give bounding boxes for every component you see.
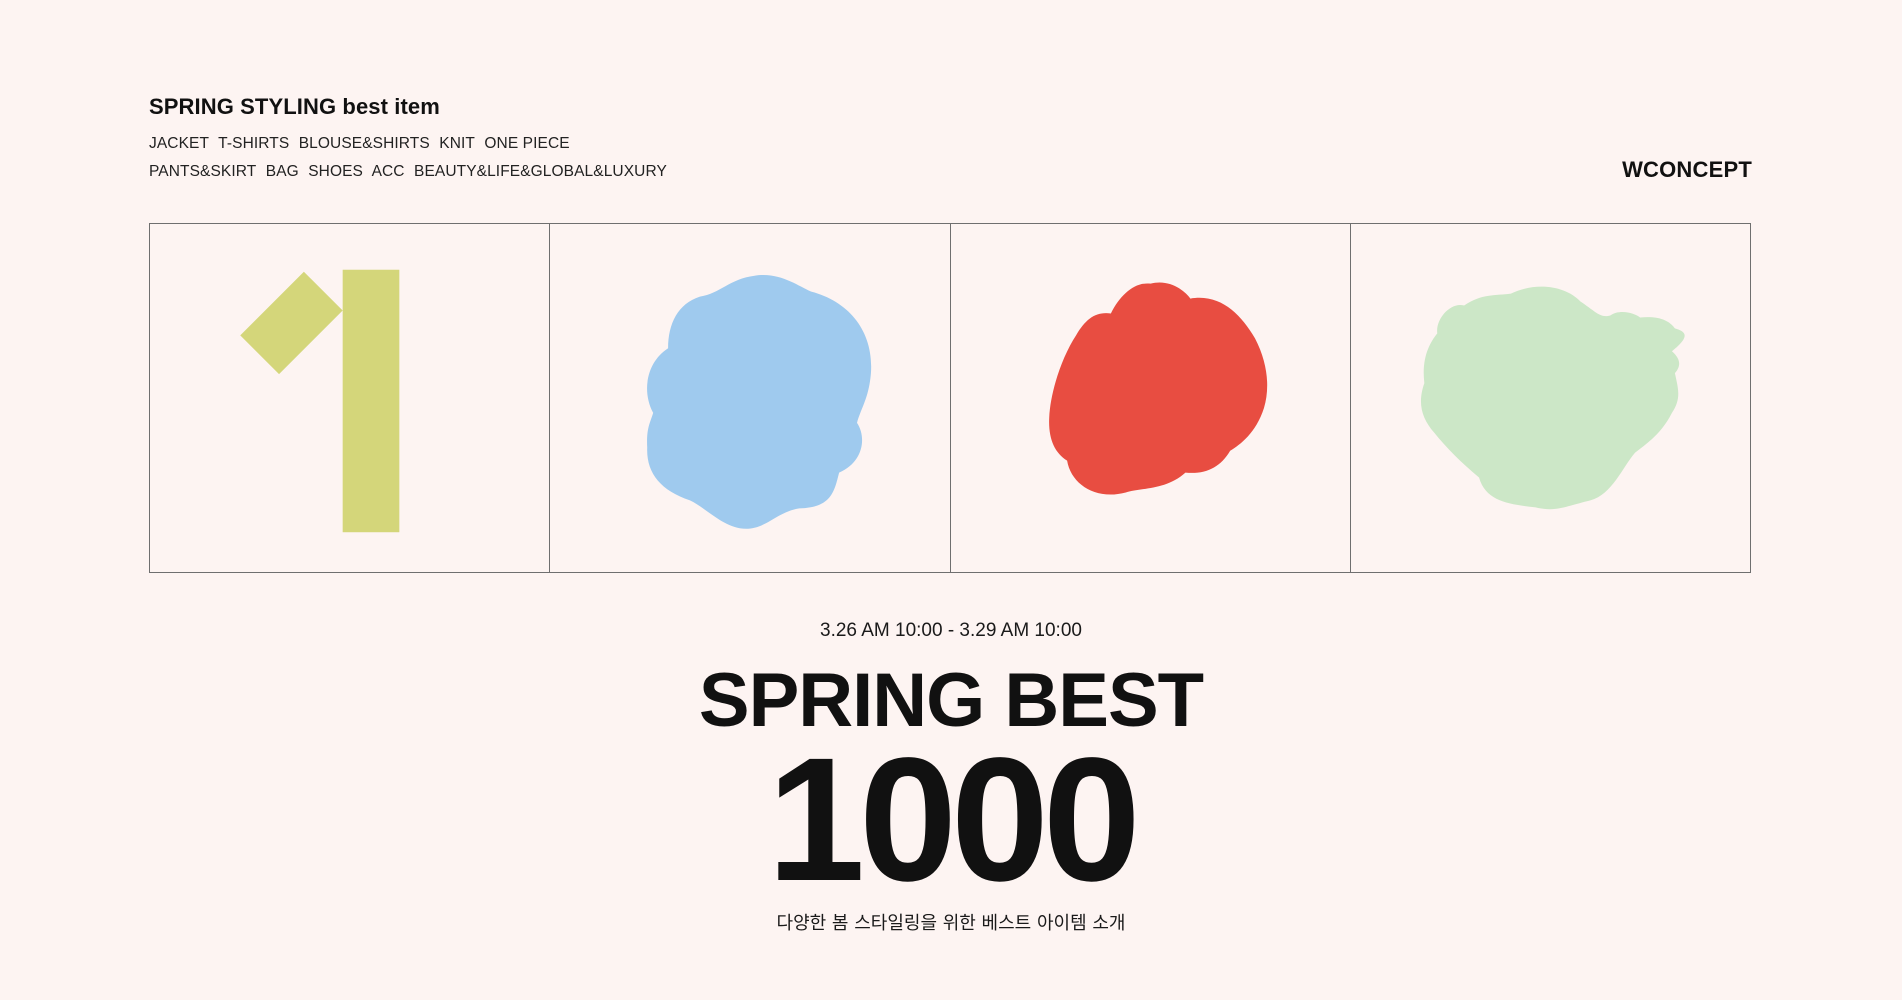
graphic-panel-row	[149, 223, 1751, 573]
panel-green-blob	[1349, 224, 1750, 572]
category-acc[interactable]: ACC	[372, 163, 405, 180]
brand-logo[interactable]: WCONCEPT	[1622, 157, 1752, 183]
event-number: 1000	[767, 722, 1141, 918]
category-bag[interactable]: BAG	[266, 163, 299, 180]
category-knit[interactable]: KNIT	[439, 135, 475, 152]
category-beauty-life-global-luxury[interactable]: BEAUTY&LIFE&GLOBAL&LUXURY	[414, 163, 667, 180]
green-blob-graphic	[1420, 286, 1685, 510]
category-pants-skirt[interactable]: PANTS&SKIRT	[149, 163, 256, 180]
panel-red-blob	[949, 224, 1350, 572]
digit-one-flag	[240, 271, 343, 375]
panel-blue-blob	[549, 224, 949, 572]
event-date: 3.26 AM 10:00 - 3.29 AM 10:00	[820, 620, 1082, 641]
panel-digit-one	[150, 224, 549, 572]
red-blob	[1048, 282, 1267, 495]
digit-one-stem	[342, 269, 400, 533]
category-t-shirts[interactable]: T-SHIRTS	[218, 135, 289, 152]
category-jacket[interactable]: JACKET	[149, 135, 209, 152]
digit-one-graphic	[240, 269, 400, 533]
category-line-2: PANTS&SKIRT BAG SHOES ACC BEAUTY&LIFE&GL…	[149, 163, 672, 181]
category-line-1: JACKET T-SHIRTS BLOUSE&SHIRTS KNIT ONE P…	[149, 135, 575, 153]
blue-blob-graphic	[647, 274, 872, 529]
category-blouse-shirts[interactable]: BLOUSE&SHIRTS	[299, 135, 430, 152]
category-one-piece[interactable]: ONE PIECE	[484, 135, 569, 152]
header-title: SPRING STYLING best item	[149, 94, 440, 119]
red-blob-graphic	[1048, 282, 1267, 495]
event-subtitle: 다양한 봄 스타일링을 위한 베스트 아이템 소개	[776, 913, 1126, 934]
blue-blob	[647, 274, 872, 529]
category-shoes[interactable]: SHOES	[308, 163, 363, 180]
green-blob	[1420, 286, 1685, 510]
